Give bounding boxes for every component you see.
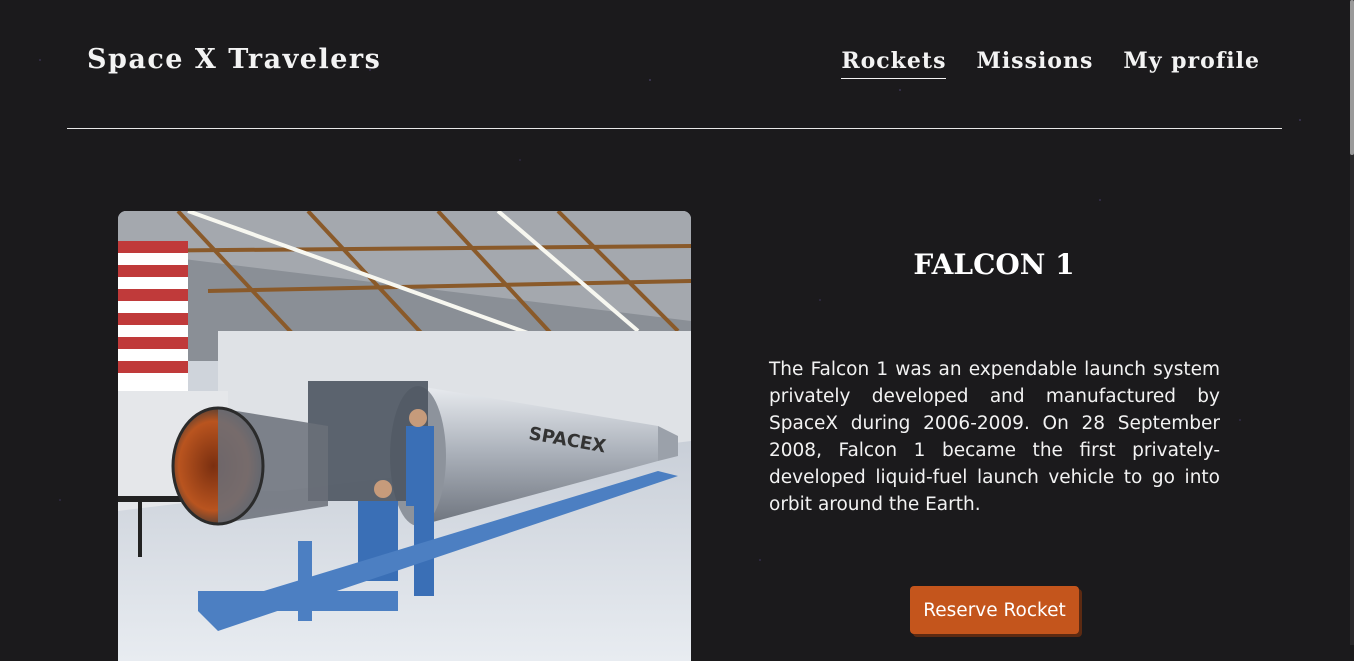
header-divider <box>67 128 1282 129</box>
site-logo[interactable]: Space X Travelers <box>87 44 381 75</box>
rocket-description: The Falcon 1 was an expendable launch sy… <box>769 359 1220 515</box>
main-nav: Rockets Missions My profile <box>841 48 1260 79</box>
site-header: Space X Travelers Rockets Missions My pr… <box>0 0 1354 129</box>
rocket-title: FALCON 1 <box>913 248 1075 281</box>
reserve-rocket-button[interactable]: Reserve Rocket <box>910 586 1079 634</box>
scrollbar-thumb[interactable] <box>1350 0 1354 155</box>
nav-rockets[interactable]: Rockets <box>841 48 947 79</box>
rocket-photo-illustration: SPACEX <box>118 211 691 661</box>
nav-missions[interactable]: Missions <box>976 48 1093 79</box>
page-scrollbar[interactable] <box>1350 0 1354 645</box>
nav-my-profile[interactable]: My profile <box>1123 48 1260 79</box>
rocket-image: SPACEX <box>118 211 691 661</box>
